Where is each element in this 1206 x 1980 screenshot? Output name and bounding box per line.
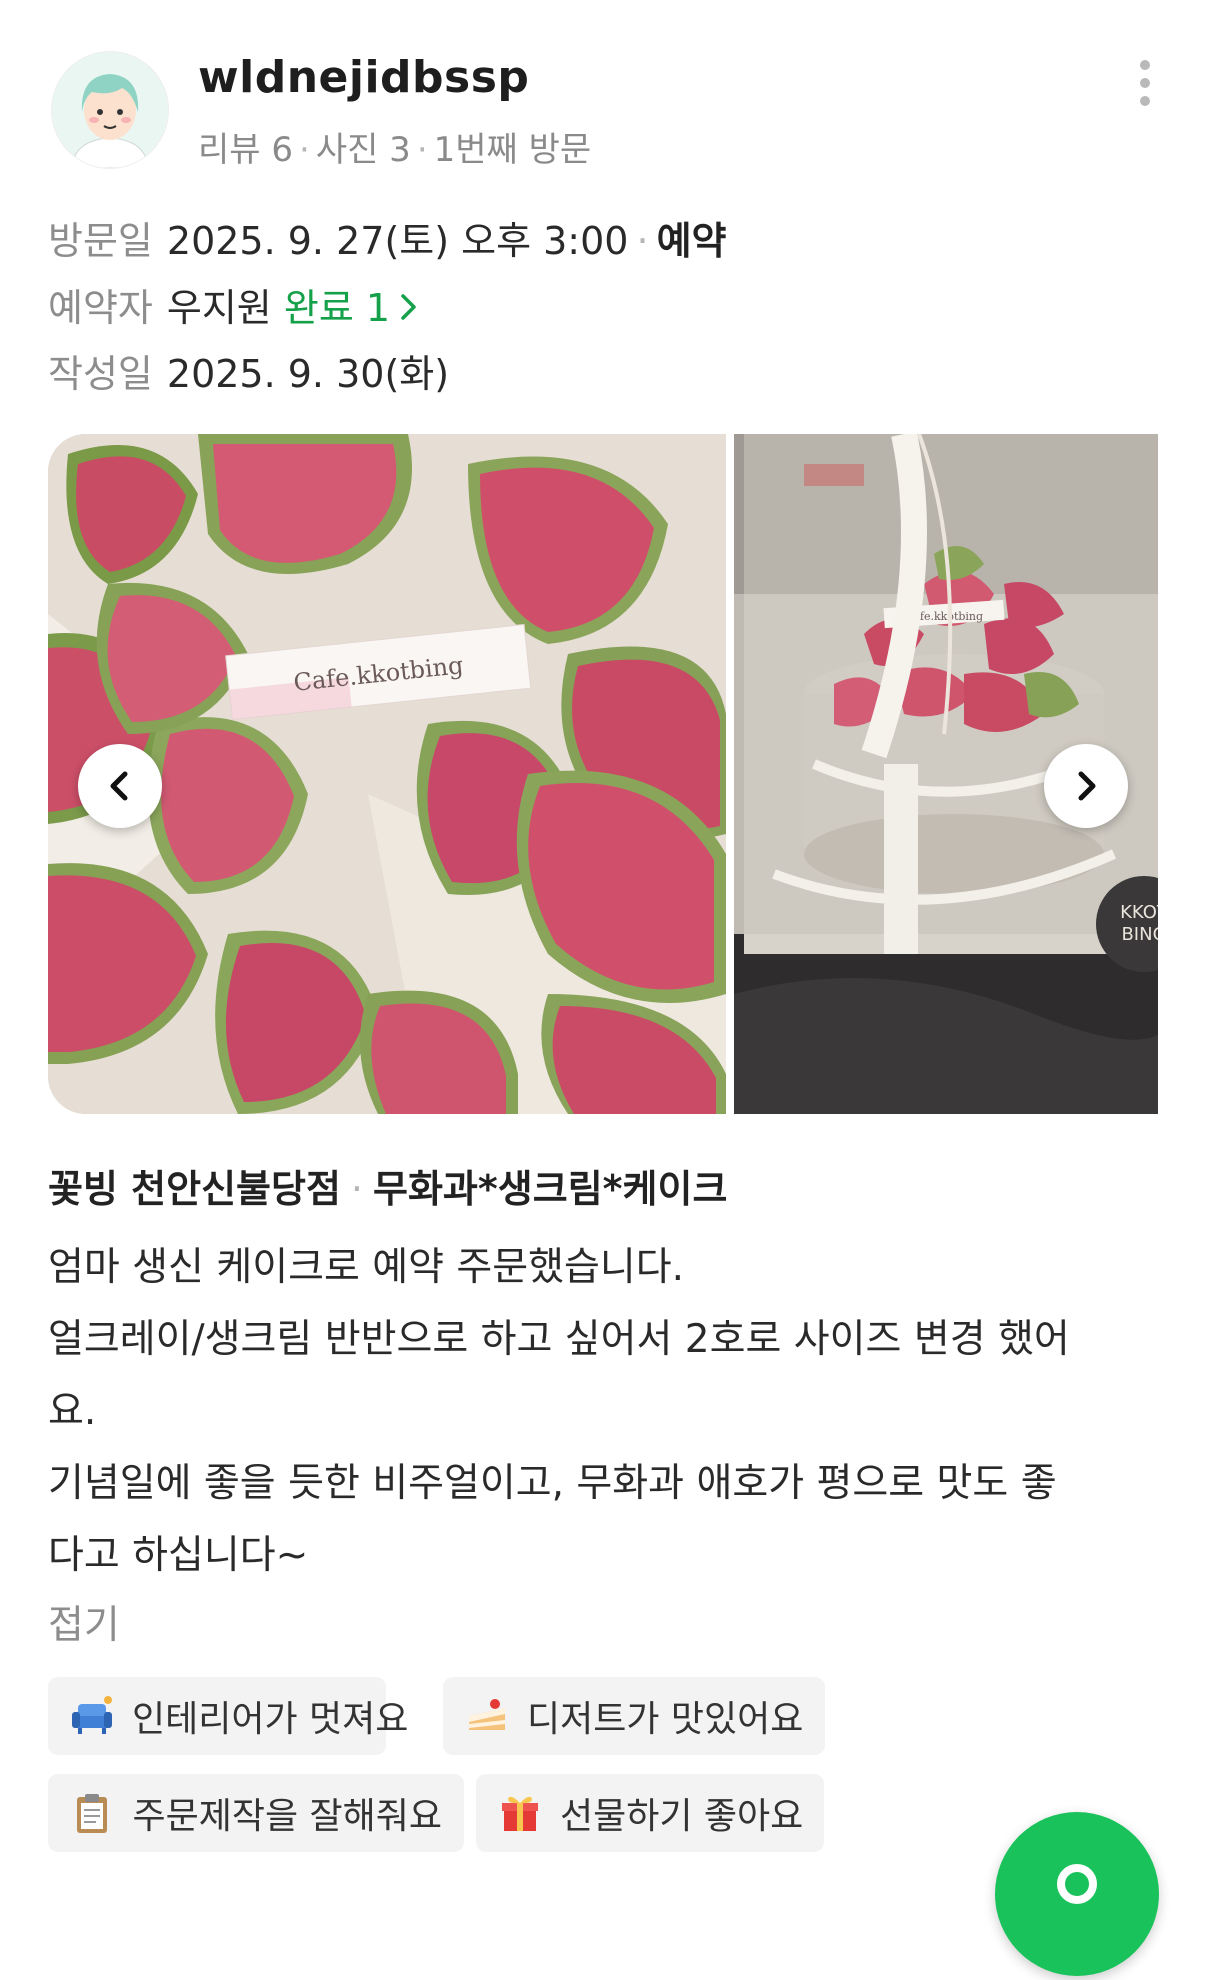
review-body: 엄마 생신 케이크로 예약 주문했습니다. 얼크레이/생크림 반반으로 하고 싶…	[48, 1232, 1158, 1592]
chevron-right-icon	[1078, 771, 1096, 801]
keyword-tag: 인테리어가 멋져요	[48, 1677, 408, 1755]
separator-dot: ·	[350, 1167, 364, 1211]
menu-name[interactable]: 무화과*생크림*케이크	[373, 1167, 727, 1211]
review-line: 엄마 생신 케이크로 예약 주문했습니다.	[48, 1245, 685, 1290]
visit-date-value: 2025. 9. 27(토) 오후 3:00	[166, 219, 629, 263]
keyword-tag: 주문제작을 잘해줘요	[48, 1774, 464, 1852]
keyword-tag: 선물하기 좋아요	[476, 1774, 824, 1852]
booker-row: 예약자 우지원 완료 1	[48, 277, 420, 332]
username[interactable]: wldnejidbssp	[198, 52, 529, 103]
visit-type: 예약	[656, 219, 727, 263]
written-date-row: 작성일 2025. 9. 30(화)	[48, 343, 449, 398]
carousel-next-button[interactable]	[1044, 744, 1128, 828]
user-meta: 리뷰 6 · 사진 3 · 1번째 방문	[198, 122, 591, 171]
avatar-icon	[52, 52, 168, 168]
more-dot-icon	[1140, 78, 1150, 88]
chevron-right-icon	[401, 294, 416, 320]
clipboard-icon	[70, 1789, 114, 1837]
photo2-logo-label: KKOT	[1120, 902, 1158, 923]
photo2-logo-label: BING	[1121, 924, 1158, 945]
store-name[interactable]: 꽃빙 천안신불당점	[48, 1167, 341, 1211]
tag-label: 주문제작을 잘해줘요	[132, 1796, 442, 1837]
review-count: 리뷰 6	[198, 130, 293, 170]
fab-icon	[1057, 1864, 1097, 1904]
visit-date-row: 방문일 2025. 9. 27(토) 오후 3:00 · 예약	[48, 210, 726, 265]
review-line: 다고 하십니다~	[48, 1533, 309, 1578]
separator-dot: ·	[299, 130, 310, 170]
separator-dot: ·	[636, 219, 649, 263]
booker-label: 예약자	[48, 286, 153, 330]
more-options-button[interactable]	[1120, 58, 1170, 108]
booker-name: 우지원	[166, 286, 272, 330]
review-line: 요.	[48, 1389, 97, 1434]
visit-count: 1번째 방문	[433, 130, 592, 170]
photo-carousel[interactable]: Cafe.kkotbing Cafe.kkotbing KKO BIN	[48, 434, 1158, 1114]
visit-date-label: 방문일	[48, 219, 153, 263]
booker-status-link[interactable]: 완료 1	[284, 286, 420, 330]
chevron-left-icon	[110, 771, 128, 801]
floating-action-button[interactable]	[995, 1812, 1159, 1976]
sofa-icon	[70, 1692, 114, 1740]
store-menu-line[interactable]: 꽃빙 천안신불당점 · 무화과*생크림*케이크	[48, 1158, 727, 1213]
gift-icon	[498, 1789, 542, 1837]
cake-icon	[465, 1692, 509, 1740]
written-date-label: 작성일	[48, 352, 153, 396]
tag-label: 디저트가 맛있어요	[527, 1699, 804, 1740]
carousel-prev-button[interactable]	[78, 744, 162, 828]
keyword-tag: 디저트가 맛있어요	[443, 1677, 825, 1755]
avatar[interactable]	[52, 52, 168, 168]
photo-count: 사진 3	[315, 130, 411, 170]
more-dot-icon	[1140, 60, 1150, 70]
collapse-button[interactable]: 접기	[48, 1594, 120, 1650]
booker-status: 완료 1	[283, 286, 391, 330]
more-dot-icon	[1140, 96, 1150, 106]
tag-label: 선물하기 좋아요	[560, 1796, 804, 1837]
written-date-value: 2025. 9. 30(화)	[166, 352, 450, 396]
separator-dot: ·	[416, 130, 428, 170]
review-line: 얼크레이/생크림 반반으로 하고 싶어서 2호로 사이즈 변경 했어	[48, 1317, 1070, 1362]
tag-label: 인테리어가 멋져요	[132, 1699, 409, 1740]
review-line: 기념일에 좋을 듯한 비주얼이고, 무화과 애호가 평으로 맛도 좋	[48, 1461, 1057, 1506]
